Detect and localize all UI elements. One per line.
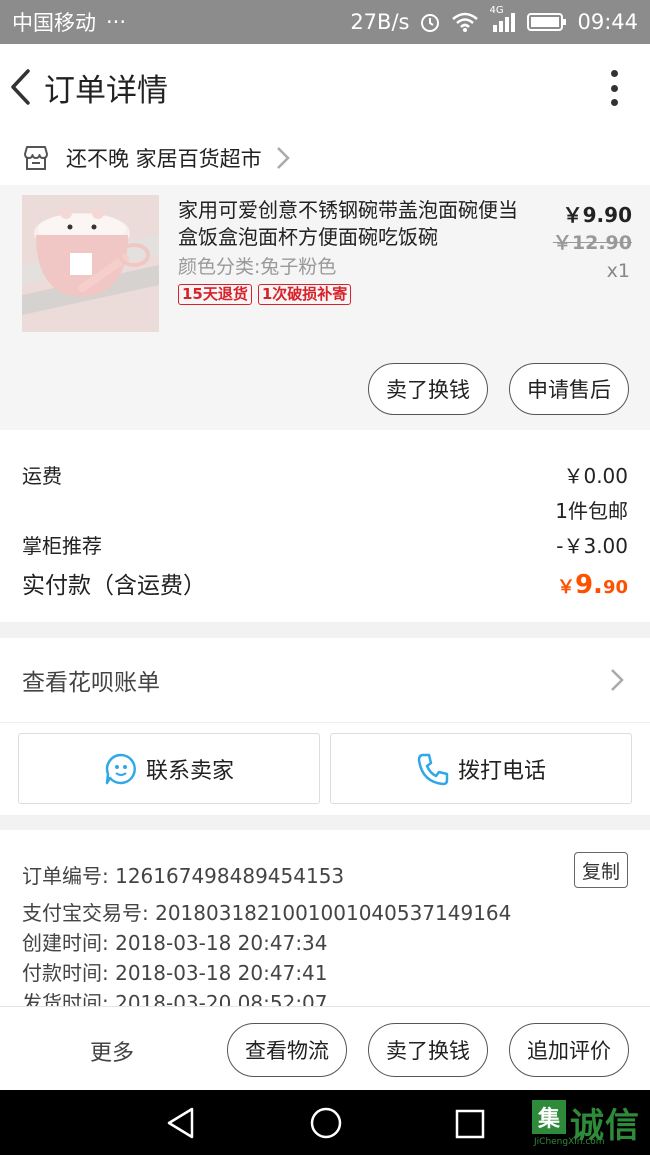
huabei-label: 查看花呗账单: [22, 670, 160, 696]
page-title: 订单详情: [44, 72, 168, 109]
network-type: 4G: [489, 5, 504, 16]
network-speed: 27B/s: [350, 10, 410, 34]
copy-button[interactable]: 复制: [574, 852, 628, 888]
created-time: 创建时间: 2018-03-18 20:47:34: [22, 931, 328, 955]
signal-icon: 4G: [489, 5, 517, 33]
phone-icon: [417, 753, 449, 785]
product-sku: 颜色分类:兔子粉色: [178, 256, 337, 278]
call-button[interactable]: 拨打电话: [330, 733, 632, 804]
product-price: ￥9.90: [562, 203, 632, 227]
product-card[interactable]: 家用可爱创意不锈钢碗带盖泡面碗便当盒饭盒泡面杯方便面碗吃饭碗 颜色分类:兔子粉色…: [0, 185, 650, 430]
sell-button[interactable]: 卖了换钱: [368, 363, 488, 415]
nav-home-icon[interactable]: [309, 1106, 343, 1140]
discount-label: 掌柜推荐: [22, 534, 102, 558]
chevron-left-icon: [11, 69, 30, 105]
shipping-note: 1件包邮: [555, 499, 628, 523]
shipped-time: 发货时间: 2018-03-20 08:52:07: [22, 991, 328, 1006]
battery-icon: [527, 12, 567, 32]
chevron-right-icon: [276, 146, 290, 169]
system-nav-bar: 集 诚信 JiChengXin.com: [0, 1090, 650, 1155]
total-value: ￥9.90: [557, 570, 628, 600]
watermark-sub: JiChengXin.com: [534, 1137, 605, 1147]
watermark-logo: 集 诚信 JiChengXin.com: [532, 1098, 650, 1148]
product-title: 家用可爱创意不锈钢碗带盖泡面碗便当盒饭盒泡面杯方便面碗吃饭碗: [178, 198, 518, 249]
title-bar: 订单详情: [0, 44, 650, 130]
total-decimal: 90: [602, 577, 628, 598]
more-button[interactable]: 更多: [90, 1035, 134, 1067]
paid-time: 付款时间: 2018-03-18 20:47:41: [22, 961, 328, 985]
order-number: 订单编号: 126167498489454153: [22, 864, 345, 888]
alarm-icon: [419, 11, 441, 33]
watermark-box: 集: [532, 1100, 566, 1134]
more-options-icon[interactable]: [604, 68, 624, 108]
nav-back-icon[interactable]: [164, 1106, 198, 1140]
order-info: 订单编号: 126167498489454153 复制 支付宝交易号: 2018…: [0, 830, 650, 1006]
nav-recent-apps-icon[interactable]: [454, 1108, 486, 1140]
wifi-icon: [451, 11, 479, 33]
huabei-bill-row[interactable]: 查看花呗账单: [0, 638, 650, 723]
status-bar: 中国移动 ··· 27B/s 4G 09:44: [0, 0, 650, 44]
product-thumbnail: [22, 195, 159, 332]
store-icon: [24, 145, 48, 170]
sell-button-bottom[interactable]: 卖了换钱: [368, 1023, 488, 1077]
damage-policy-tag: 1次破损补寄: [257, 284, 352, 305]
total-label: 实付款（含运费）: [22, 573, 206, 599]
after-sales-button[interactable]: 申请售后: [509, 363, 629, 415]
contact-seller-button[interactable]: 联系卖家: [18, 733, 320, 804]
add-review-button[interactable]: 追加评价: [509, 1023, 629, 1077]
fee-summary: 运费 ￥0.00 1件包邮 掌柜推荐 -￥3.00 实付款（含运费） ￥9.90: [0, 430, 650, 622]
chat-bubble-icon: [105, 753, 136, 784]
carrier-label: 中国移动: [12, 11, 96, 35]
shipping-value: ￥0.00: [563, 464, 628, 488]
shop-name: 还不晚 家居百货超市: [66, 146, 262, 171]
contact-bar: 联系卖家 拨打电话: [0, 723, 650, 815]
shipping-label: 运费: [22, 464, 62, 488]
call-label: 拨打电话: [457, 758, 546, 784]
clock: 09:44: [577, 10, 638, 34]
view-logistics-button[interactable]: 查看物流: [227, 1023, 347, 1077]
product-original-price: ￥12.90: [552, 232, 632, 254]
back-button[interactable]: [0, 44, 40, 130]
notification-dots: ···: [106, 10, 127, 34]
total-integer: 9.: [574, 570, 603, 600]
contact-seller-label: 联系卖家: [145, 758, 234, 784]
discount-value: -￥3.00: [556, 534, 628, 558]
product-quantity: x1: [606, 260, 630, 282]
shop-row[interactable]: 还不晚 家居百货超市: [0, 130, 650, 185]
return-policy-tag: 15天退货: [178, 284, 252, 305]
chevron-right-icon: [611, 669, 624, 691]
total-currency: ￥: [556, 577, 575, 598]
alipay-number: 支付宝交易号: 2018031821001001040537149164: [22, 901, 512, 925]
action-bar: 更多 查看物流 卖了换钱 追加评价: [0, 1006, 650, 1090]
